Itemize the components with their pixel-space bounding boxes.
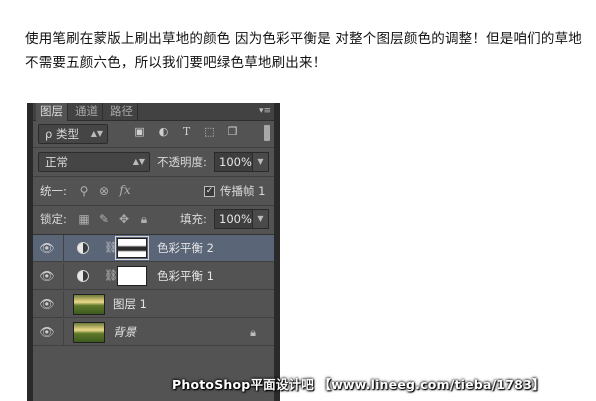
tab-paths[interactable]: 路径 [106, 103, 138, 120]
propagate-frame-label: 传播帧 1 [220, 184, 266, 198]
eye-icon[interactable]: 👁︎ [36, 240, 58, 257]
article-line-2: 不需要五颜六色，所以我们要吧绿色草地刷出来！ [25, 55, 327, 71]
layer-row[interactable]: 👁︎ 图层 1 [33, 291, 274, 318]
layer-name[interactable]: 图层 1 [113, 291, 147, 318]
tab-layers[interactable]: 图层 [36, 103, 68, 121]
opacity-label: 不透明度: [157, 155, 207, 169]
layers-panel-body: 图层 通道 路径 ▾≡ ρ 类型 ▲▼ ▣ ◐ T ⬚ ❐ 正常 ▲▼ 不透明度… [33, 103, 274, 401]
lock-icon: 🔒︎ [250, 326, 256, 339]
eye-icon[interactable]: 👁︎ [36, 296, 58, 313]
tab-channels[interactable]: 通道 [71, 103, 103, 120]
lock-row: 锁定: ▦ ✎ ✥ 🔒︎ 填充: 100% ▼ [33, 206, 274, 234]
divider [63, 291, 64, 318]
eye-icon[interactable]: 👁︎ [36, 268, 58, 285]
propagate-frame-checkbox[interactable]: ✓ [204, 186, 215, 197]
divider [63, 235, 64, 262]
color-balance-adjustment-icon [77, 242, 89, 254]
layers-panel: 图层 通道 路径 ▾≡ ρ 类型 ▲▼ ▣ ◐ T ⬚ ❐ 正常 ▲▼ 不透明度… [27, 103, 280, 401]
mask-link-icon[interactable]: ⛓︎ [104, 240, 118, 256]
blend-row: 正常 ▲▼ 不透明度: 100% ▼ [33, 148, 274, 176]
unify-label: 统一: [40, 184, 67, 198]
adjustment-filter-icon[interactable]: ◐ [157, 125, 170, 138]
lock-transparency-icon[interactable]: ▦ [77, 211, 91, 227]
unify-position-icon[interactable]: ⚲ [77, 183, 91, 199]
mask-link-icon[interactable]: ⛓︎ [104, 268, 118, 284]
type-filter-icon[interactable]: T [180, 125, 193, 138]
lock-label: 锁定: [40, 212, 67, 226]
fill-dropdown-arrow[interactable]: ▼ [252, 209, 269, 229]
image-filter-icon[interactable]: ▣ [133, 125, 146, 138]
blend-mode-dropdown[interactable]: 正常 ▲▼ [38, 152, 150, 172]
layer-row[interactable]: 👁︎ 背景 🔒︎ [33, 319, 274, 346]
layer-name[interactable]: 色彩平衡 2 [157, 235, 214, 262]
article-text: 使用笔刷在蒙版上刷出草地的颜色 因为色彩平衡是 对整个图层颜色的调整！但是咱们的… [25, 27, 590, 75]
blend-mode-value: 正常 [45, 155, 68, 169]
divider [63, 319, 64, 346]
filter-toggle[interactable] [264, 125, 270, 141]
lock-all-icon[interactable]: 🔒︎ [137, 211, 151, 227]
lock-pixels-icon[interactable]: ✎ [97, 211, 111, 227]
layer-mask-thumbnail[interactable] [115, 236, 149, 260]
lock-position-icon[interactable]: ✥ [117, 211, 131, 227]
fill-input[interactable]: 100% [214, 209, 253, 229]
article-line-1: 使用笔刷在蒙版上刷出草地的颜色 因为色彩平衡是 对整个图层颜色的调整！但是咱们的… [25, 31, 582, 47]
layer-filter-label: ρ 类型 [45, 127, 79, 141]
divider [63, 263, 64, 290]
watermark-text: PhotoShop平面设计吧 【www.lineeg.com/tieba/178… [172, 377, 545, 392]
unify-style-icon[interactable]: fx [118, 182, 132, 198]
layer-row[interactable]: 👁︎ ⛓︎ 色彩平衡 2 [33, 235, 274, 262]
panel-tabbar: 图层 通道 路径 ▾≡ [33, 103, 274, 121]
layer-mask-thumbnail[interactable] [117, 266, 147, 286]
shape-filter-icon[interactable]: ⬚ [203, 125, 216, 138]
layer-row[interactable]: 👁︎ ⛓︎ 色彩平衡 1 [33, 263, 274, 290]
color-balance-adjustment-icon [77, 270, 89, 282]
layer-filter-dropdown[interactable]: ρ 类型 ▲▼ [38, 124, 108, 144]
chevron-updown-icon: ▲▼ [132, 157, 145, 166]
layer-name[interactable]: 背景 [113, 319, 136, 346]
opacity-input[interactable]: 100% [214, 152, 253, 172]
layers-list: 👁︎ ⛓︎ 色彩平衡 2 👁︎ ⛓︎ 色彩平衡 1 👁︎ 图层 1 👁︎ 背景 … [33, 235, 274, 385]
panel-menu-icon[interactable]: ▾≡ [259, 105, 271, 117]
eye-icon[interactable]: 👁︎ [36, 324, 58, 341]
layer-name[interactable]: 色彩平衡 1 [157, 263, 214, 290]
unify-visibility-icon[interactable]: ⊗ [97, 183, 111, 199]
fill-label: 填充: [180, 212, 207, 226]
chevron-updown-icon: ▲▼ [90, 129, 103, 138]
filter-row: ρ 类型 ▲▼ ▣ ◐ T ⬚ ❐ [33, 121, 274, 147]
unify-row: 统一: ⚲ ⊗ fx ✓ 传播帧 1 [33, 177, 274, 205]
smart-object-filter-icon[interactable]: ❐ [226, 125, 239, 138]
layer-image-thumbnail[interactable] [73, 322, 105, 343]
layer-image-thumbnail[interactable] [73, 294, 105, 315]
opacity-dropdown-arrow[interactable]: ▼ [252, 152, 269, 172]
